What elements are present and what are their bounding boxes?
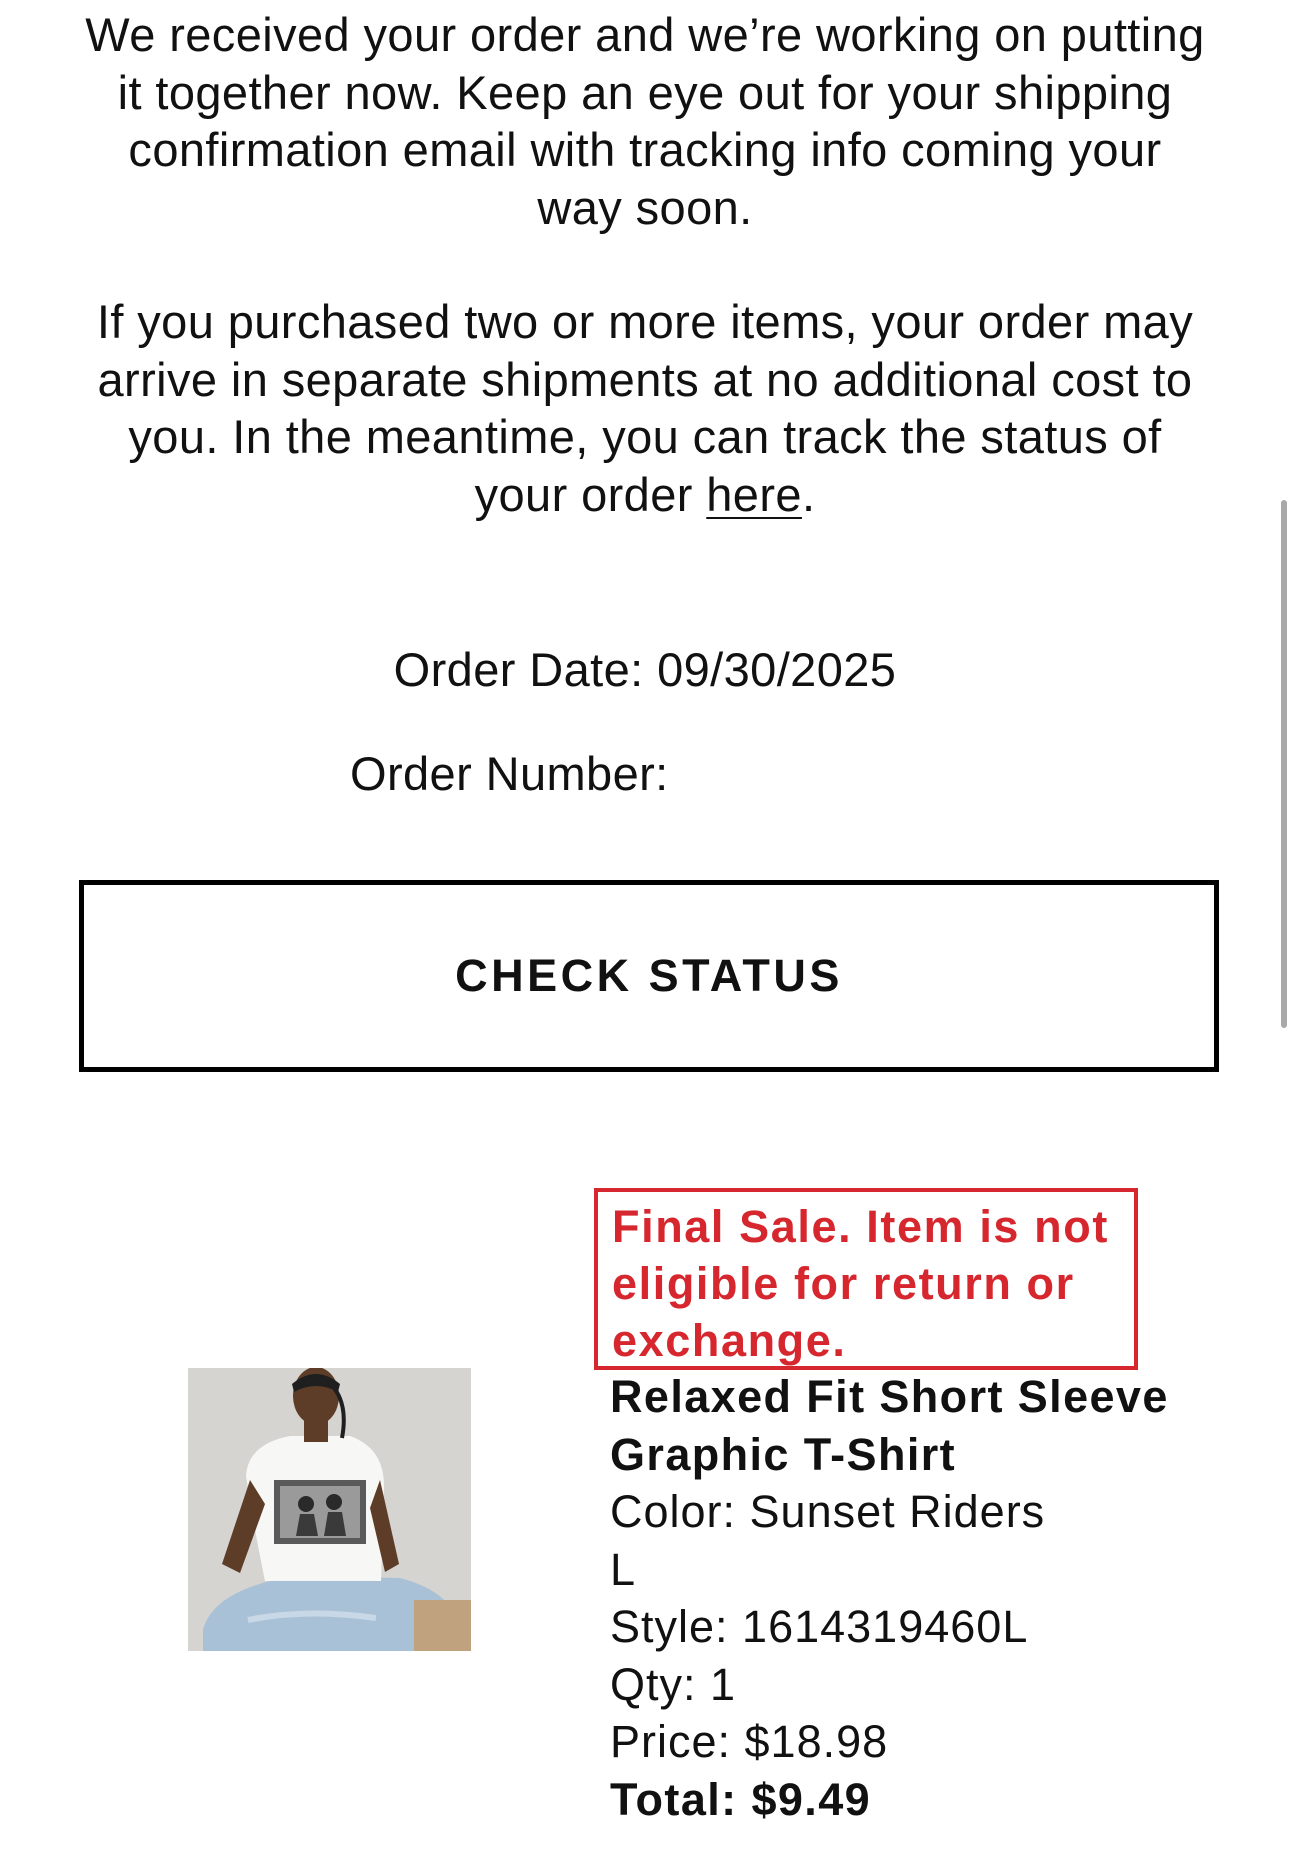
item-color: Color: Sunset Riders xyxy=(610,1486,1046,1537)
order-number-label: Order Number: xyxy=(350,747,669,800)
item-price: Price: $18.98 xyxy=(610,1716,889,1767)
item-style: Style: 1614319460L xyxy=(610,1601,1029,1652)
product-photo-illustration xyxy=(188,1368,471,1651)
item-size: L xyxy=(610,1543,637,1595)
order-number: Order Number: xyxy=(350,744,669,804)
vertical-scrollbar[interactable] xyxy=(1281,500,1287,1028)
intro-paragraph: We received your order and we’re working… xyxy=(85,8,1205,234)
item-name[interactable]: Relaxed Fit Short Sleeve Graphic T-Shirt xyxy=(610,1368,1250,1483)
order-date-label: Order Date: xyxy=(393,643,644,696)
shipment-paragraph-text: If you purchased two or more items, your… xyxy=(96,295,1194,521)
final-sale-notice: Final Sale. Item is not eligible for ret… xyxy=(594,1188,1138,1370)
item-total: Total: $9.49 xyxy=(610,1773,872,1825)
shipment-paragraph-end: . xyxy=(801,467,816,521)
product-image[interactable] xyxy=(188,1368,471,1651)
track-order-link[interactable]: here xyxy=(706,468,802,521)
shipment-paragraph: If you purchased two or more items, your… xyxy=(80,293,1210,523)
item-details: Relaxed Fit Short Sleeve Graphic T-Shirt… xyxy=(610,1368,1250,1828)
order-date: Order Date: 09/30/2025 xyxy=(0,640,1290,700)
item-qty: Qty: 1 xyxy=(610,1658,737,1710)
order-date-value: 09/30/2025 xyxy=(657,643,897,696)
order-confirmation-message: We received your order and we’re working… xyxy=(80,6,1210,523)
check-status-button[interactable]: CHECK STATUS xyxy=(79,880,1219,1072)
